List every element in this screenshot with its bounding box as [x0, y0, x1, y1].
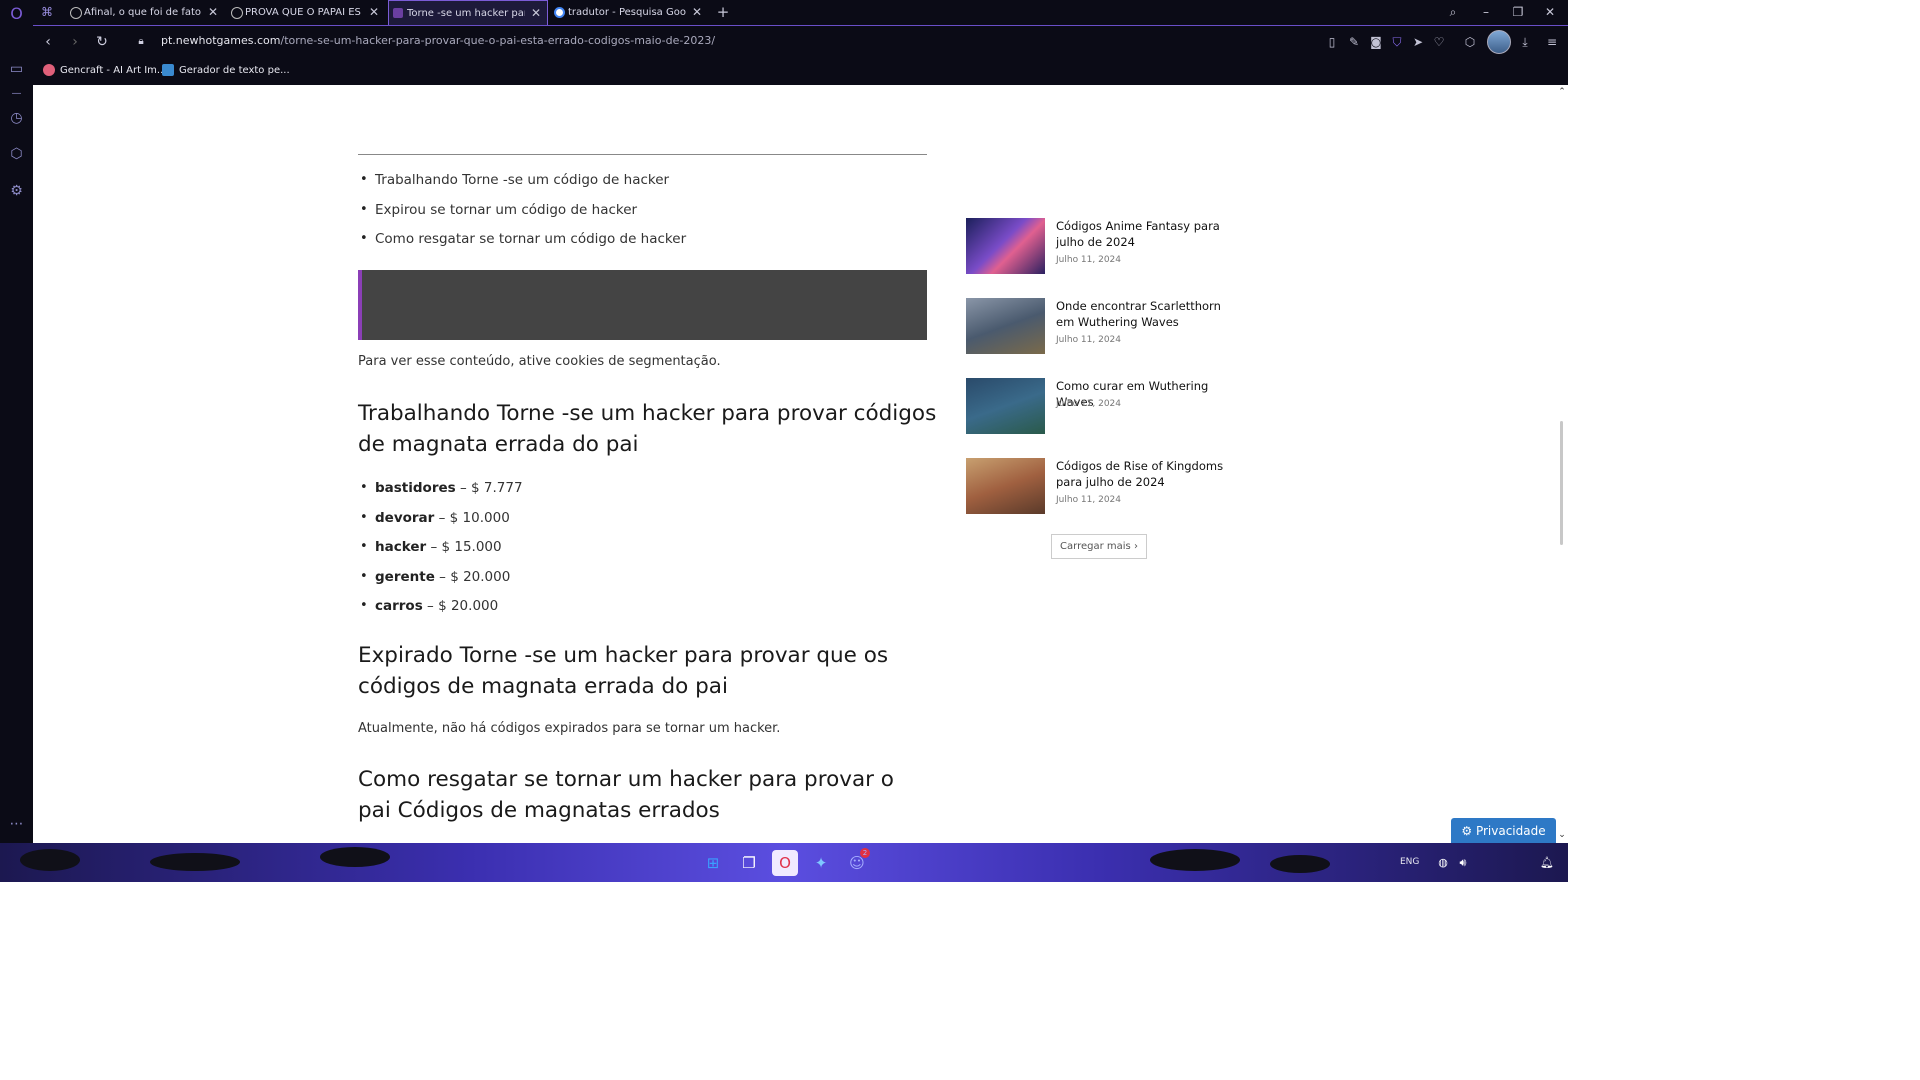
post-thumbnail[interactable]	[966, 298, 1045, 354]
close-icon[interactable]: ✕	[692, 0, 702, 25]
search-tabs-icon[interactable]: ⌕	[1438, 0, 1468, 25]
gencraft-favicon-icon	[43, 64, 55, 76]
opera-logo-icon[interactable]: O	[8, 5, 25, 22]
heading-expired-codes: Expirado Torne -se um hacker para provar…	[358, 643, 889, 699]
tab-4[interactable]: tradutor - Pesquisa Google ✕	[550, 0, 708, 25]
toc-item[interactable]: Trabalhando Torne -se um código de hacke…	[358, 170, 927, 200]
reload-icon[interactable]: ↻	[92, 32, 112, 52]
reader-mode-icon[interactable]: ▯	[1324, 34, 1340, 50]
windows-start-icon[interactable]: ⊞	[700, 850, 726, 876]
tab-1[interactable]: Afinal, o que foi de fato a B ✕	[66, 0, 224, 25]
url-domain: pt.newhotgames.com	[161, 34, 281, 47]
toc-item[interactable]: Expirou se tornar um código de hacker	[358, 200, 927, 230]
minimize-icon[interactable]: –	[1471, 0, 1501, 25]
language-indicator[interactable]: ENG	[1400, 857, 1419, 867]
url-path: /torne-se-um-hacker-para-provar-que-o-pa…	[280, 34, 716, 47]
scroll-up-icon[interactable]: ⌃	[1557, 87, 1567, 97]
vpn-shield-icon[interactable]: ⛉	[1389, 34, 1405, 50]
page-scrollbar[interactable]: ⌃ ⌄	[1555, 85, 1568, 843]
more-dots-icon[interactable]: ⋯	[8, 816, 25, 833]
restore-icon[interactable]: ❐	[1503, 0, 1533, 25]
notification-badge: 2	[860, 848, 870, 858]
list-item: bastidores – $ 7.777	[358, 478, 927, 508]
tab-2[interactable]: PROVA QUE O PAPAI ES ✕	[227, 0, 385, 25]
expired-codes-text: Atualmente, não há códigos expirados par…	[358, 721, 781, 736]
wallpaper-decoration	[1150, 849, 1240, 871]
menu-icon[interactable]: ≡	[1544, 34, 1560, 50]
gamepad-icon[interactable]: ⌘	[33, 0, 61, 25]
list-item: devorar – $ 10.000	[358, 508, 927, 538]
volume-icon[interactable]: 🔊︎	[1450, 850, 1476, 876]
list-item: carros – $ 20.000	[358, 596, 927, 626]
wallpaper-decoration	[1270, 855, 1330, 873]
back-icon[interactable]: ‹	[38, 32, 58, 52]
windows-taskbar: ⊞ ❐ O ✦ ☺ 2 ENG ◍ 🔊︎ 🔔︎	[0, 843, 1568, 882]
address-bar: ‹ › ↻ 🔒︎ pt.newhotgames.com/torne-se-um-…	[33, 25, 1568, 58]
tab-bar: ⌘ Afinal, o que foi de fato a B ✕ PROVA …	[33, 0, 1568, 26]
sidebar-divider: —	[11, 88, 22, 99]
camera-icon[interactable]: ◙	[1368, 34, 1384, 50]
scroll-thumb[interactable]	[1560, 421, 1563, 545]
privacy-button[interactable]: ⚙ Privacidade	[1451, 818, 1556, 844]
history-clock-icon[interactable]: ◷	[8, 110, 25, 127]
notification-bell-icon[interactable]: 🔔︎	[1534, 850, 1560, 876]
bookmark-gerador[interactable]: Gerador de texto pe...	[162, 63, 290, 79]
close-icon[interactable]: ✕	[531, 1, 541, 26]
post-thumbnail[interactable]	[966, 218, 1045, 274]
cookie-notice: Para ver esse conteúdo, ative cookies de…	[358, 354, 721, 369]
extensions-icon[interactable]: ⬡	[1462, 34, 1478, 50]
app-taskbar-icon[interactable]: ✦	[808, 850, 834, 876]
opera-sidebar: O ▭ — ◷ ⬡ ⚙ ⋯	[0, 0, 33, 843]
post-thumbnail[interactable]	[966, 378, 1045, 434]
bookmark-gencraft[interactable]: Gencraft - AI Art Im...	[43, 63, 166, 79]
lock-icon[interactable]: 🔒︎	[131, 32, 151, 52]
profile-avatar[interactable]	[1487, 30, 1511, 54]
blocked-video-embed[interactable]	[358, 270, 927, 340]
post-thumbnail[interactable]	[966, 458, 1045, 514]
url-field[interactable]: pt.newhotgames.com/torne-se-um-hacker-pa…	[161, 34, 715, 47]
related-post[interactable]: Onde encontrar Scarletthorn em Wuthering…	[966, 298, 1236, 354]
heading-redeem-codes: Como resgatar se tornar um hacker para p…	[358, 767, 894, 823]
loading-favicon-icon	[231, 7, 243, 19]
loading-favicon-icon	[70, 7, 82, 19]
settings-gear-icon[interactable]: ⚙	[8, 183, 25, 200]
task-view-icon[interactable]: ❐	[736, 850, 762, 876]
list-item: gerente – $ 20.000	[358, 567, 927, 597]
list-item: hacker – $ 15.000	[358, 537, 927, 567]
forward-icon[interactable]: ›	[65, 32, 85, 52]
bookmarks-bar: Gencraft - AI Art Im... Gerador de texto…	[33, 57, 1568, 85]
toc-item[interactable]: Como resgatar se tornar um código de hac…	[358, 229, 927, 259]
gear-icon: ⚙	[1461, 824, 1476, 838]
close-window-icon[interactable]: ✕	[1535, 0, 1565, 25]
close-icon[interactable]: ✕	[208, 0, 218, 25]
wallpaper-decoration	[320, 847, 390, 867]
load-more-button[interactable]: Carregar mais ›	[1051, 534, 1147, 559]
wallpaper-decoration	[150, 853, 240, 871]
send-icon[interactable]: ➤	[1410, 34, 1426, 50]
related-post[interactable]: Como curar em Wuthering Waves Julho 11, …	[966, 378, 1236, 434]
new-tab-button[interactable]: +	[708, 0, 738, 25]
extensions-cube-icon[interactable]: ⬡	[8, 146, 25, 163]
related-post[interactable]: Códigos de Rise of Kingdoms para julho d…	[966, 458, 1236, 514]
divider	[358, 154, 927, 155]
close-icon[interactable]: ✕	[369, 0, 379, 25]
workspaces-icon[interactable]: ▭	[8, 61, 25, 78]
gerador-favicon-icon	[162, 64, 174, 76]
wallpaper-decoration	[20, 849, 80, 871]
table-of-contents: Trabalhando Torne -se um código de hacke…	[358, 170, 927, 259]
tab-3-active[interactable]: Torne -se um hacker para p ✕	[388, 0, 548, 26]
web-page: Trabalhando Torne -se um código de hacke…	[33, 85, 1555, 843]
heart-icon[interactable]: ♡	[1431, 34, 1447, 50]
edit-icon[interactable]: ✎	[1346, 34, 1362, 50]
codes-list: bastidores – $ 7.777 devorar – $ 10.000 …	[358, 478, 927, 626]
discord-taskbar-icon[interactable]: ☺ 2	[844, 848, 870, 876]
related-post[interactable]: Códigos Anime Fantasy para julho de 2024…	[966, 218, 1236, 274]
heading-working-codes: Trabalhando Torne -se um hacker para pro…	[358, 401, 937, 457]
google-favicon-icon	[554, 7, 565, 18]
opera-taskbar-icon[interactable]: O	[772, 850, 798, 876]
download-icon[interactable]: ⤓	[1517, 34, 1533, 50]
site-favicon-icon	[393, 8, 403, 18]
scroll-down-icon[interactable]: ⌄	[1557, 830, 1567, 840]
